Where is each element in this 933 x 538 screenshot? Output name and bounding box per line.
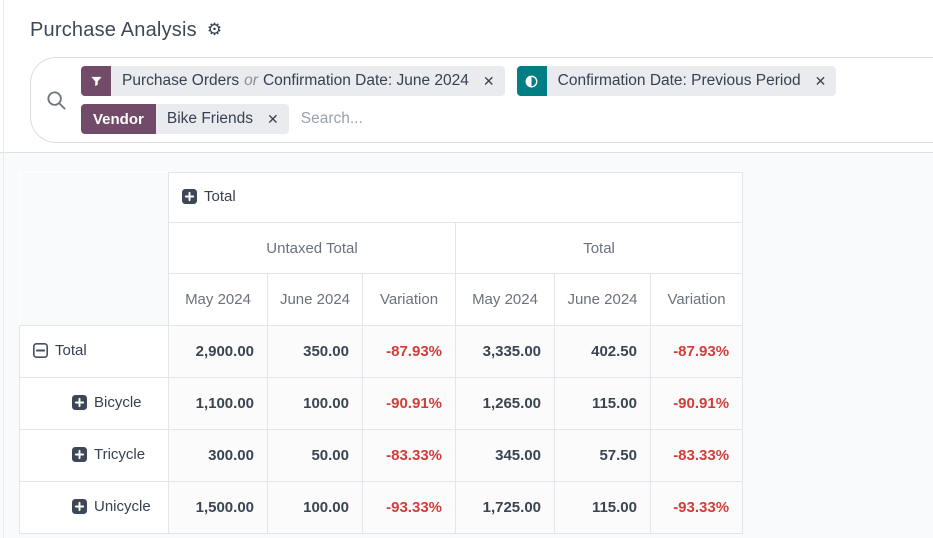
row-header-tricycle[interactable]: Tricycle	[20, 430, 169, 482]
facet-comparison-text: Confirmation Date: Previous Period	[547, 66, 812, 96]
table-row: Bicycle 1,100.00 100.00 -90.91% 1,265.00…	[20, 378, 743, 430]
facet-comparison: Confirmation Date: Previous Period ✕	[517, 66, 837, 96]
pivot-table: Total Untaxed Total Total May 2024 June …	[19, 172, 743, 534]
facet-vendor: Vendor Bike Friends ✕	[81, 104, 289, 134]
pivot-cell-variation: -83.33%	[363, 430, 456, 482]
facet-join: or	[244, 72, 258, 90]
pivot-corner-spacer	[20, 173, 169, 223]
facet-filter: Purchase Orders or Confirmation Date: Ju…	[81, 66, 505, 96]
pivot-cell-variation: -87.93%	[651, 326, 743, 378]
period-header: June 2024	[268, 274, 363, 326]
pivot-cell-variation: -90.91%	[363, 378, 456, 430]
facet-field-name: Vendor	[81, 104, 156, 134]
pivot-view: Total Untaxed Total Total May 2024 June …	[0, 153, 933, 538]
row-header-unicycle[interactable]: Unicycle	[20, 482, 169, 534]
pivot-cell-variation: -90.91%	[651, 378, 743, 430]
pivot-cell: 115.00	[555, 482, 651, 534]
minus-square-icon[interactable]	[33, 343, 48, 358]
window-edge-line	[3, 0, 4, 538]
remove-facet-icon[interactable]: ✕	[812, 66, 837, 96]
gear-icon[interactable]: ⚙	[207, 22, 222, 39]
period-header: May 2024	[456, 274, 555, 326]
facet-value: Purchase Orders	[122, 72, 239, 90]
search-input[interactable]	[301, 110, 929, 128]
table-row: Tricycle 300.00 50.00 -83.33% 345.00 57.…	[20, 430, 743, 482]
pivot-cell: 3,335.00	[456, 326, 555, 378]
plus-square-icon[interactable]	[72, 447, 87, 462]
variation-header: Variation	[651, 274, 743, 326]
facet-value: Bike Friends	[167, 110, 253, 128]
pivot-cell: 350.00	[268, 326, 363, 378]
funnel-icon	[81, 66, 111, 96]
contrast-icon	[517, 66, 547, 96]
row-label: Unicycle	[94, 498, 151, 515]
pivot-cell: 57.50	[555, 430, 651, 482]
variation-header: Variation	[363, 274, 456, 326]
measure-header-total[interactable]: Total	[456, 223, 743, 274]
pivot-cell-variation: -93.33%	[651, 482, 743, 534]
pivot-cell-variation: -87.93%	[363, 326, 456, 378]
pivot-cell: 115.00	[555, 378, 651, 430]
search-icon	[45, 89, 67, 111]
view-header: Purchase Analysis ⚙	[0, 0, 933, 48]
pivot-corner-spacer	[20, 274, 169, 326]
period-header: June 2024	[555, 274, 651, 326]
facet-filter-text: Purchase Orders or Confirmation Date: Ju…	[111, 66, 480, 96]
search-facets: Purchase Orders or Confirmation Date: Ju…	[81, 66, 929, 134]
pivot-cell: 402.50	[555, 326, 651, 378]
column-header-total[interactable]: Total	[169, 173, 743, 223]
pivot-cell: 100.00	[268, 378, 363, 430]
remove-facet-icon[interactable]: ✕	[480, 66, 505, 96]
page-title: Purchase Analysis	[30, 19, 197, 42]
pivot-corner-spacer	[20, 223, 169, 274]
column-header-label: Total	[204, 188, 236, 205]
pivot-cell-variation: -93.33%	[363, 482, 456, 534]
pivot-cell: 1,100.00	[169, 378, 268, 430]
pivot-cell: 1,500.00	[169, 482, 268, 534]
pivot-cell: 100.00	[268, 482, 363, 534]
purchase-analysis-page: Purchase Analysis ⚙ Purchase Orders or C…	[0, 0, 933, 538]
facet-vendor-text: Bike Friends	[156, 104, 264, 134]
period-header: May 2024	[169, 274, 268, 326]
facet-value: Confirmation Date: June 2024	[263, 72, 469, 90]
table-row: Total 2,900.00 350.00 -87.93% 3,335.00 4…	[20, 326, 743, 378]
pivot-cell: 1,265.00	[456, 378, 555, 430]
pivot-cell: 345.00	[456, 430, 555, 482]
plus-square-icon[interactable]	[72, 395, 87, 410]
pivot-cell: 300.00	[169, 430, 268, 482]
row-header-total[interactable]: Total	[20, 326, 169, 378]
measure-header-untaxed-total[interactable]: Untaxed Total	[169, 223, 456, 274]
row-label: Tricycle	[94, 446, 145, 463]
row-label: Bicycle	[94, 394, 142, 411]
row-header-bicycle[interactable]: Bicycle	[20, 378, 169, 430]
pivot-cell-variation: -83.33%	[651, 430, 743, 482]
pivot-cell: 50.00	[268, 430, 363, 482]
plus-square-icon[interactable]	[182, 189, 197, 204]
search-bar[interactable]: Purchase Orders or Confirmation Date: Ju…	[30, 57, 933, 143]
pivot-cell: 1,725.00	[456, 482, 555, 534]
remove-facet-icon[interactable]: ✕	[264, 104, 289, 134]
plus-square-icon[interactable]	[72, 499, 87, 514]
table-row: Unicycle 1,500.00 100.00 -93.33% 1,725.0…	[20, 482, 743, 534]
facet-value: Confirmation Date: Previous Period	[558, 72, 801, 90]
pivot-cell: 2,900.00	[169, 326, 268, 378]
row-label: Total	[55, 342, 87, 359]
